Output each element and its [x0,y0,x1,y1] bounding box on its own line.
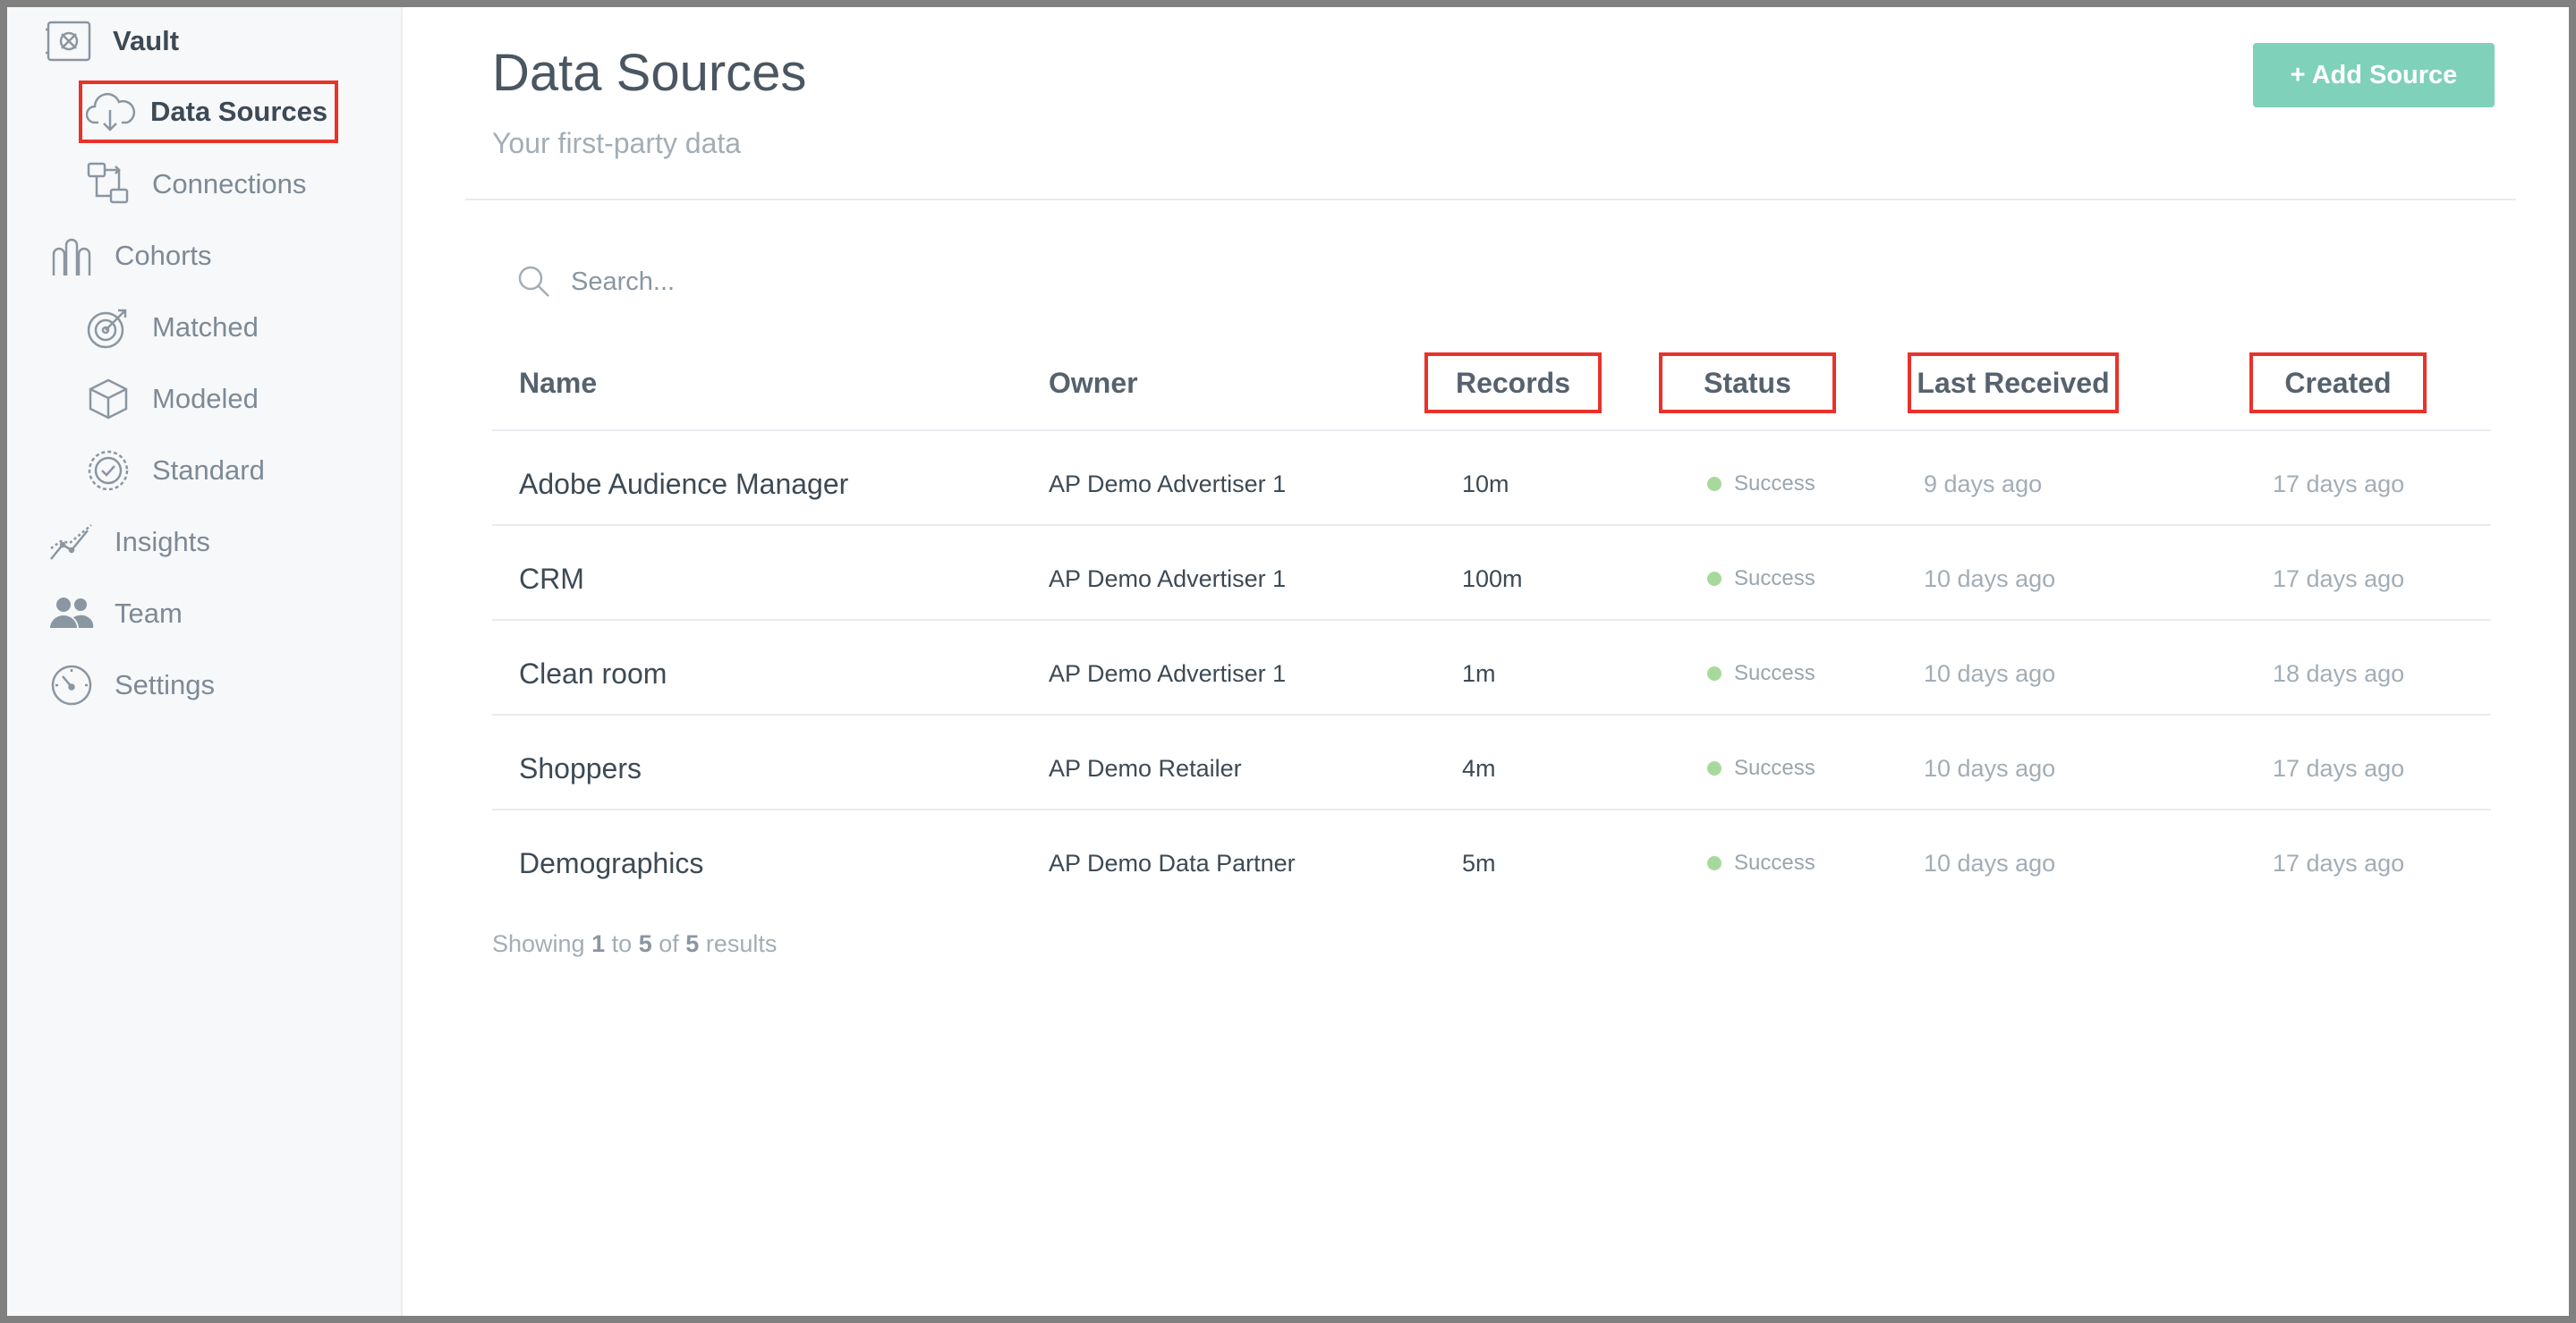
status-dot-icon [1707,666,1722,681]
sidebar-item-vault[interactable]: Vault [45,13,179,70]
cohorts-icon [52,238,91,276]
sidebar-item-modeled[interactable]: Modeled [86,370,259,428]
sidebar-item-insights[interactable]: Insights [48,513,210,571]
cell-records: 10m [1462,470,1509,497]
search-bar [517,265,1199,299]
row-divider [492,714,2491,716]
page-subtitle: Your first-party data [492,127,742,159]
footer-text: of [659,930,679,957]
status-badge: Success [1707,845,1815,881]
cell-created: 18 days ago [2273,659,2405,687]
gauge-icon [51,665,92,706]
row-divider [492,809,2491,810]
cell-last-received: 10 days ago [1924,754,2056,782]
footer-start: 1 [591,930,606,957]
cell-name[interactable]: CRM [519,561,584,597]
cell-last-received: 9 days ago [1924,470,2043,497]
search-icon [518,266,549,297]
cell-name[interactable]: Demographics [519,845,703,881]
row-divider [492,619,2491,621]
column-header-last-received[interactable]: Last Received [1908,352,2119,413]
sidebar-item-cohorts[interactable]: Cohorts [48,227,212,284]
status-badge: Success [1707,656,1815,691]
column-header-status[interactable]: Status [1659,352,1836,413]
column-header-owner[interactable]: Owner [1049,356,1138,410]
cell-name[interactable]: Shoppers [519,751,642,786]
cell-records: 1m [1462,659,1496,687]
search-input[interactable] [569,266,1199,298]
cell-records: 100m [1462,564,1523,592]
sidebar-item-label: Vault [113,25,180,56]
status-text: Success [1734,566,1815,590]
sidebar-item-settings[interactable]: Settings [48,657,215,714]
status-badge: Success [1707,561,1815,597]
cell-last-received: 10 days ago [1924,849,2056,877]
footer-total: 5 [685,930,700,957]
status-dot-icon [1707,572,1722,586]
sidebar-item-team[interactable]: Team [48,585,183,642]
status-dot-icon [1707,761,1722,776]
footer-text: results [705,930,778,957]
footer-end: 5 [638,930,652,957]
cell-owner: AP Demo Advertiser 1 [1049,564,1287,592]
header-divider [465,199,2516,200]
sidebar-item-standard[interactable]: Standard [86,442,265,499]
footer-text: Showing [492,930,585,957]
cell-last-received: 10 days ago [1924,564,2056,592]
cell-owner: AP Demo Data Partner [1049,849,1296,877]
cell-name[interactable]: Clean room [519,656,667,691]
cell-created: 17 days ago [2273,754,2405,782]
sidebar-item-label: Connections [152,168,307,199]
status-text: Success [1734,756,1815,780]
chart-line-icon [50,524,92,560]
cell-created: 17 days ago [2273,470,2405,497]
vault-icon [46,21,91,62]
cell-records: 4m [1462,754,1496,782]
status-dot-icon [1707,477,1722,491]
status-text: Success [1734,471,1815,496]
target-icon [87,309,127,349]
sidebar-item-connections[interactable]: Connections [86,156,306,213]
sidebar: Vault Data Sources Connections Cohorts M… [7,7,403,1316]
status-text: Success [1734,661,1815,685]
cell-records: 5m [1462,849,1496,877]
sidebar-item-label: Team [115,598,183,629]
table-divider [492,429,2491,431]
page-title: Data Sources [492,44,807,102]
cell-owner: AP Demo Advertiser 1 [1049,470,1287,497]
sidebar-item-label: Data Sources [150,96,328,127]
sidebar-item-label: Insights [115,526,210,557]
column-header-records[interactable]: Records [1424,352,1602,413]
cell-created: 17 days ago [2273,564,2405,592]
connections-icon [87,162,129,204]
sidebar-item-label: Modeled [152,383,259,414]
status-badge: Success [1707,466,1815,502]
check-badge-icon [88,450,129,491]
main-content: Data Sources Your first-party data + Add… [403,7,2569,1316]
cell-name[interactable]: Adobe Audience Manager [519,466,848,502]
status-text: Success [1734,851,1815,875]
sidebar-item-label: Matched [152,311,259,343]
sidebar-item-label: Cohorts [115,240,212,271]
column-header-created[interactable]: Created [2249,352,2427,413]
column-header-name[interactable]: Name [519,356,597,410]
sidebar-item-label: Settings [115,669,216,700]
sidebar-item-matched[interactable]: Matched [86,299,259,356]
row-divider [492,524,2491,526]
cube-icon [89,378,128,420]
status-dot-icon [1707,856,1722,870]
sidebar-item-data-sources[interactable]: Data Sources [79,81,338,143]
cell-created: 17 days ago [2273,849,2405,877]
add-source-button[interactable]: + Add Source [2253,43,2495,107]
cell-last-received: 10 days ago [1924,659,2056,687]
team-icon [50,598,94,628]
cell-owner: AP Demo Retailer [1049,754,1242,782]
cell-owner: AP Demo Advertiser 1 [1049,659,1287,687]
status-badge: Success [1707,751,1815,786]
footer-text: to [611,930,633,957]
sidebar-item-label: Standard [152,454,265,486]
cloud-download-icon [86,92,136,131]
pagination-summary: Showing 1 to 5 of 5 results [492,930,777,958]
